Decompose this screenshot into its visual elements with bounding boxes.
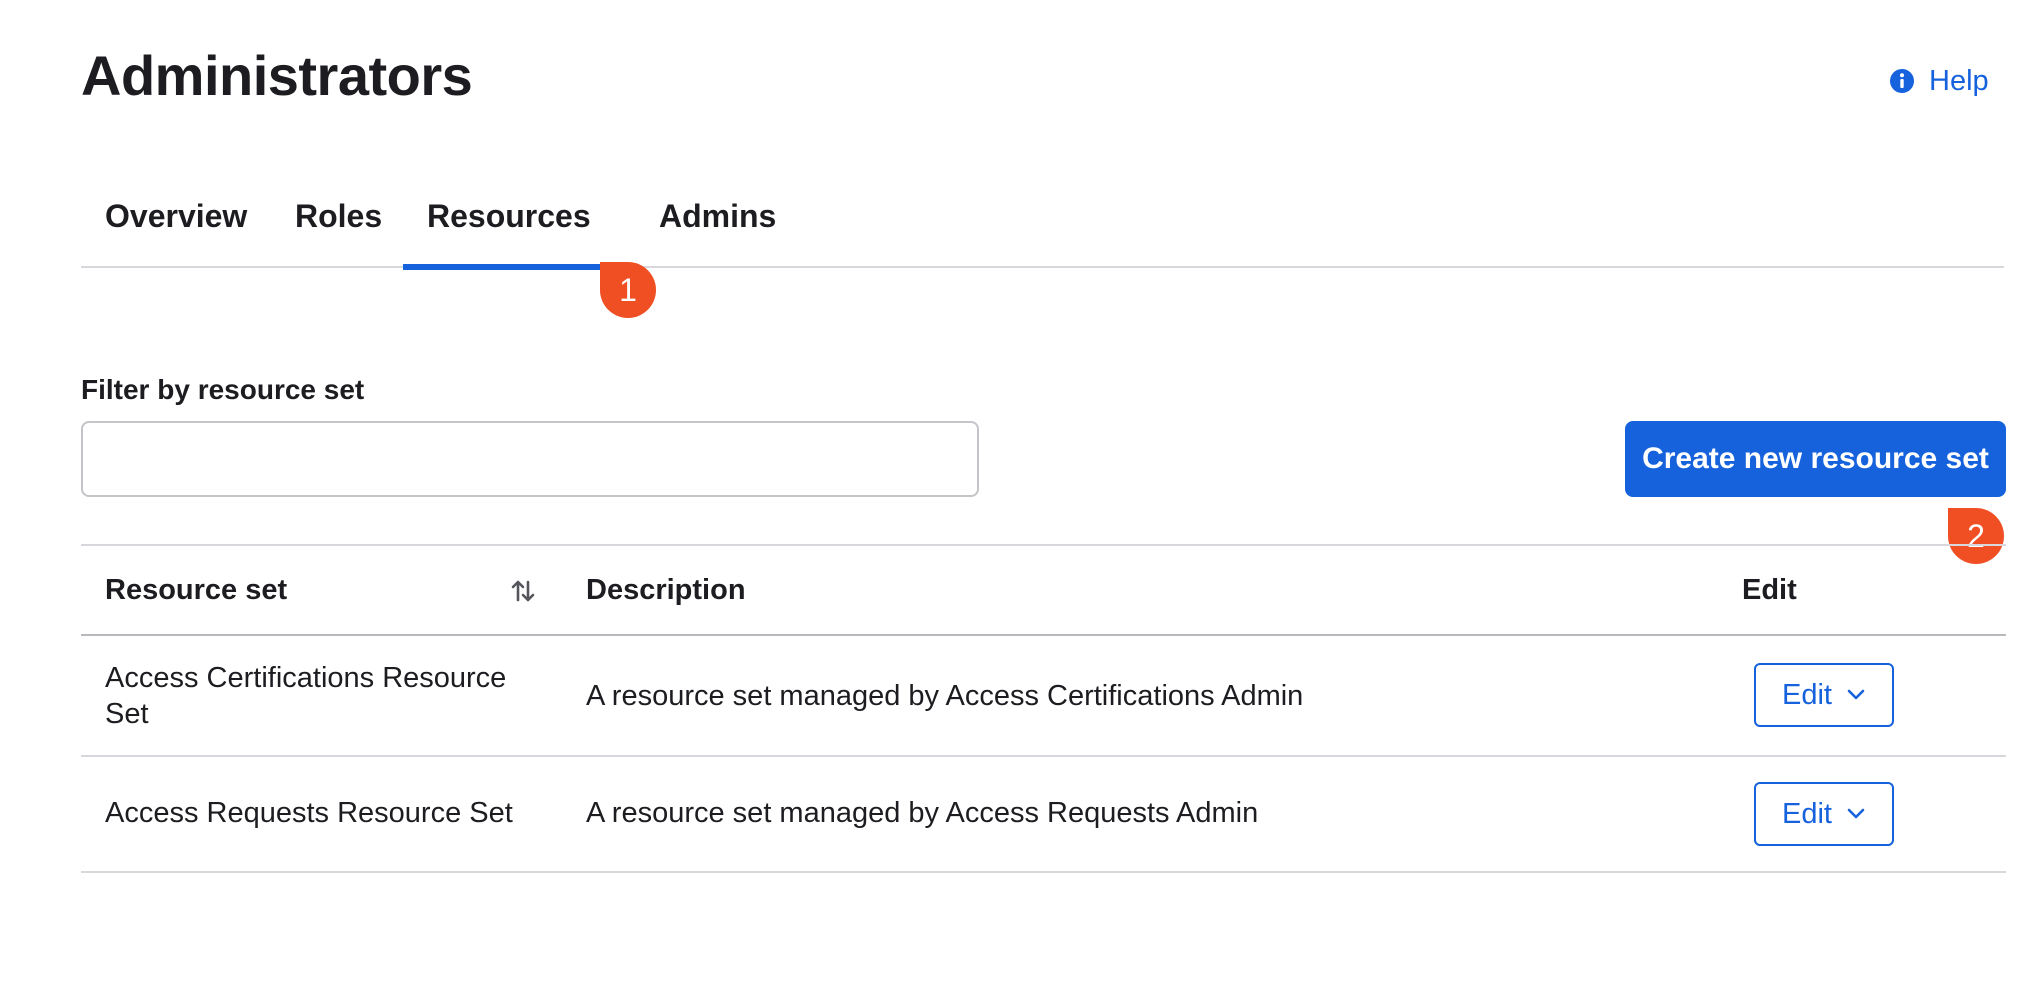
tab-bar: Overview Roles Resources Admins xyxy=(81,188,2004,270)
resource-set-name: Access Certifications Resource Set xyxy=(105,662,507,730)
help-label: Help xyxy=(1929,65,1989,97)
tab-overview[interactable]: Overview xyxy=(81,188,271,268)
tab-roles[interactable]: Roles xyxy=(271,188,406,268)
edit-label: Edit xyxy=(1782,678,1832,711)
filter-label: Filter by resource set xyxy=(81,374,365,405)
chevron-down-icon xyxy=(1847,689,1865,700)
page-title: Administrators xyxy=(81,44,473,107)
column-header-resource-set: Resource set xyxy=(105,574,288,606)
column-header-edit: Edit xyxy=(1742,574,1797,606)
help-link[interactable]: Help xyxy=(1889,62,1989,100)
table-row: Access Requests Resource Set A resource … xyxy=(81,757,2006,873)
table-row: Access Certifications Resource Set A res… xyxy=(81,636,2006,757)
info-icon xyxy=(1890,69,1914,93)
resource-set-description: A resource set managed by Access Request… xyxy=(586,797,1259,829)
sort-icon[interactable] xyxy=(510,578,536,604)
resource-set-table: Resource set Description Edit Access Cer… xyxy=(81,544,2006,873)
filter-input[interactable] xyxy=(81,421,979,497)
edit-dropdown-button[interactable]: Edit xyxy=(1754,782,1894,846)
resource-set-description: A resource set managed by Access Certifi… xyxy=(586,680,1304,712)
table-header: Resource set Description Edit xyxy=(81,546,2006,636)
resource-set-name: Access Requests Resource Set xyxy=(105,797,513,829)
tab-admins[interactable]: Admins xyxy=(635,188,800,268)
chevron-down-icon xyxy=(1847,808,1865,819)
tab-resources[interactable]: Resources xyxy=(403,188,615,270)
step-marker-1: 1 xyxy=(600,262,656,318)
edit-dropdown-button[interactable]: Edit xyxy=(1754,663,1894,727)
column-header-description: Description xyxy=(586,574,746,606)
edit-label: Edit xyxy=(1782,797,1832,830)
create-resource-set-button[interactable]: Create new resource set xyxy=(1625,421,2006,497)
